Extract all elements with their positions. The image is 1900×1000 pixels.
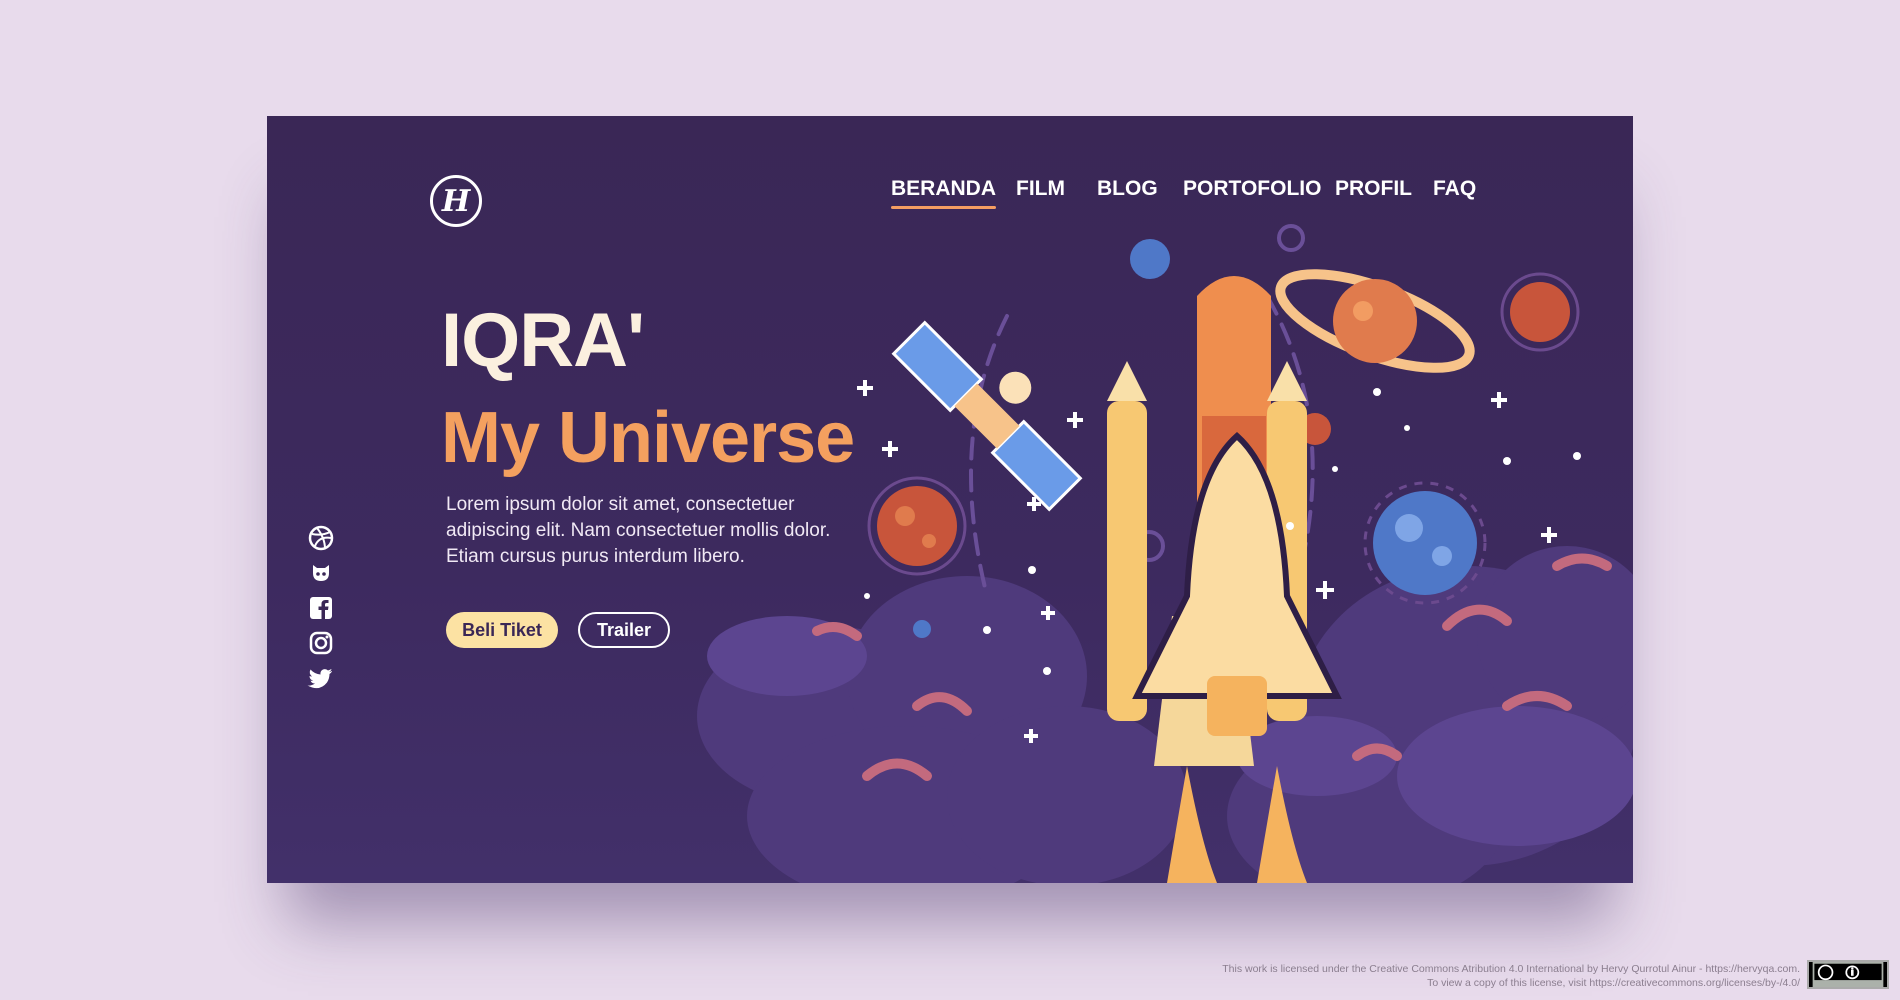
hero-subtitle: My Universe [441, 398, 855, 478]
trailer-button[interactable]: Trailer [578, 612, 670, 648]
hero-description: Lorem ipsum dolor sit amet, consectetuer… [446, 494, 831, 567]
planet-saturn [1275, 269, 1475, 373]
nav-beranda[interactable]: BERANDA [891, 174, 996, 209]
hero-title: IQRA' [441, 298, 645, 383]
main-nav: BERANDA FILM BLOG PORTOFOLIO PROFIL FAQ [267, 174, 1633, 214]
buy-ticket-button[interactable]: Beli Tiket [446, 612, 558, 648]
planet-orange-left [867, 476, 967, 576]
nav-profil[interactable]: PROFIL [1335, 174, 1412, 204]
nav-blog[interactable]: BLOG [1097, 174, 1158, 204]
facebook-icon[interactable] [307, 594, 335, 622]
github-icon[interactable] [307, 559, 335, 587]
twitter-icon[interactable] [307, 664, 335, 692]
license-text: This work is licensed under the Creative… [1100, 962, 1800, 990]
nav-portofolio[interactable]: PORTOFOLIO [1183, 174, 1321, 204]
planet-small-red [1500, 272, 1580, 352]
social-links [307, 524, 337, 699]
cc-by-badge-icon[interactable] [1807, 960, 1889, 989]
dribbble-icon[interactable] [307, 524, 335, 552]
license-line-1: This work is licensed under the Creative… [1222, 963, 1800, 975]
nav-faq[interactable]: FAQ [1433, 174, 1476, 204]
license-line-2: To view a copy of this license, visit ht… [1427, 977, 1800, 989]
nav-film[interactable]: FILM [1016, 174, 1065, 204]
instagram-icon[interactable] [307, 629, 335, 657]
hero-card: H BERANDA FILM BLOG PORTOFOLIO PROFIL FA… [267, 116, 1633, 883]
